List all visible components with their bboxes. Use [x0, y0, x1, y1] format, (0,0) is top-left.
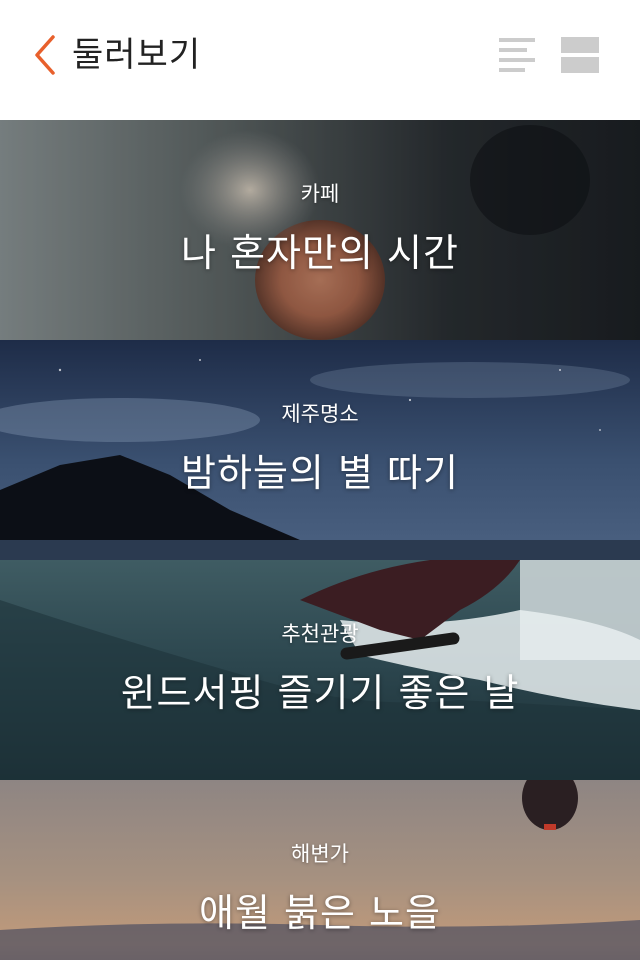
card-headline: 애월 붉은 노을	[199, 891, 441, 935]
card-view-button[interactable]	[560, 36, 600, 74]
page-title: 둘러보기	[72, 35, 202, 75]
card-category: 해변가	[291, 842, 349, 866]
top-bar: 둘러보기	[0, 0, 640, 120]
card-headline: 나 혼자만의 시간	[181, 231, 459, 275]
card-headline: 윈드서핑 즐기기 좋은 날	[120, 671, 520, 715]
list-view-icon	[499, 38, 535, 72]
list-view-button[interactable]	[497, 36, 537, 74]
card-category: 제주명소	[281, 402, 359, 426]
card-category: 카페	[300, 182, 340, 206]
card-category: 추천관광	[281, 622, 359, 646]
feed-card-recommended[interactable]: 추천관광 윈드서핑 즐기기 좋은 날	[0, 560, 640, 780]
chevron-left-icon	[35, 35, 55, 75]
feed-card-jeju-spot[interactable]: 제주명소 밤하늘의 별 따기	[0, 340, 640, 560]
feed-card-beach[interactable]: 해변가 애월 붉은 노을	[0, 780, 640, 960]
back-button[interactable]	[22, 30, 66, 80]
feed-card-cafe[interactable]: 카페 나 혼자만의 시간	[0, 120, 640, 340]
card-view-icon	[561, 37, 599, 73]
card-headline: 밤하늘의 별 따기	[181, 451, 459, 495]
